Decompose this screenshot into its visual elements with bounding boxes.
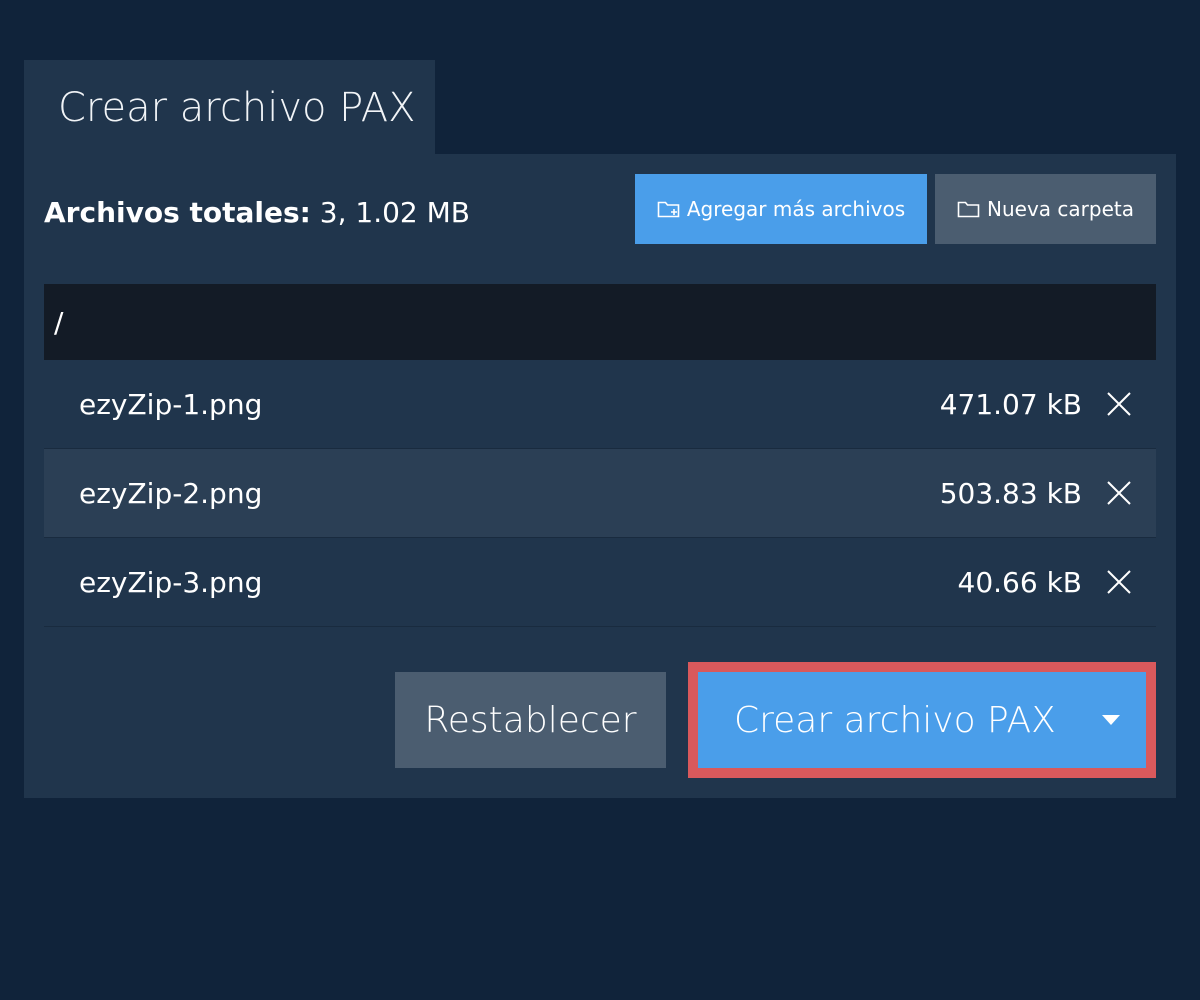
new-folder-button[interactable]: Nueva carpeta: [935, 174, 1156, 244]
table-row: ezyZip-2.png 503.83 kB: [44, 449, 1156, 538]
file-size: 503.83 kB: [939, 476, 1082, 510]
add-files-button[interactable]: Agregar más archivos: [635, 174, 927, 244]
caret-down-icon[interactable]: [1076, 672, 1146, 768]
close-icon[interactable]: [1104, 389, 1134, 419]
page-title: Crear archivo PAX: [58, 85, 416, 131]
files-summary-label: Archivos totales:: [44, 196, 311, 229]
create-archive-label: Crear archivo PAX: [734, 699, 1056, 741]
files-summary-value: 3, 1.02 MB: [319, 196, 471, 229]
table-row: ezyZip-1.png 471.07 kB: [44, 360, 1156, 449]
file-name: ezyZip-1.png: [79, 387, 263, 421]
add-files-label: Agregar más archivos: [686, 197, 906, 221]
table-row: ezyZip-3.png 40.66 kB: [44, 538, 1156, 627]
create-button-highlight: Crear archivo PAX: [688, 662, 1156, 778]
current-path-bar[interactable]: /: [44, 284, 1156, 360]
close-icon[interactable]: [1104, 567, 1134, 597]
new-folder-label: Nueva carpeta: [987, 197, 1134, 221]
file-name: ezyZip-3.png: [79, 565, 263, 599]
files-summary: Archivos totales: 3, 1.02 MB: [44, 196, 470, 229]
archive-panel: Archivos totales: 3, 1.02 MB Agregar más…: [24, 154, 1176, 798]
folder-icon: [957, 199, 981, 219]
file-list: ezyZip-1.png 471.07 kB ezyZip-2.png 503.…: [44, 360, 1156, 627]
file-name: ezyZip-2.png: [79, 476, 263, 510]
reset-label: Restablecer: [424, 699, 637, 741]
create-archive-button[interactable]: Crear archivo PAX: [698, 672, 1146, 768]
file-size: 40.66 kB: [957, 565, 1082, 599]
page-title-tab: Crear archivo PAX: [24, 60, 435, 156]
reset-button[interactable]: Restablecer: [395, 672, 666, 768]
folder-plus-icon: [657, 199, 681, 219]
close-icon[interactable]: [1104, 478, 1134, 508]
current-path: /: [54, 305, 64, 339]
file-size: 471.07 kB: [939, 387, 1082, 421]
